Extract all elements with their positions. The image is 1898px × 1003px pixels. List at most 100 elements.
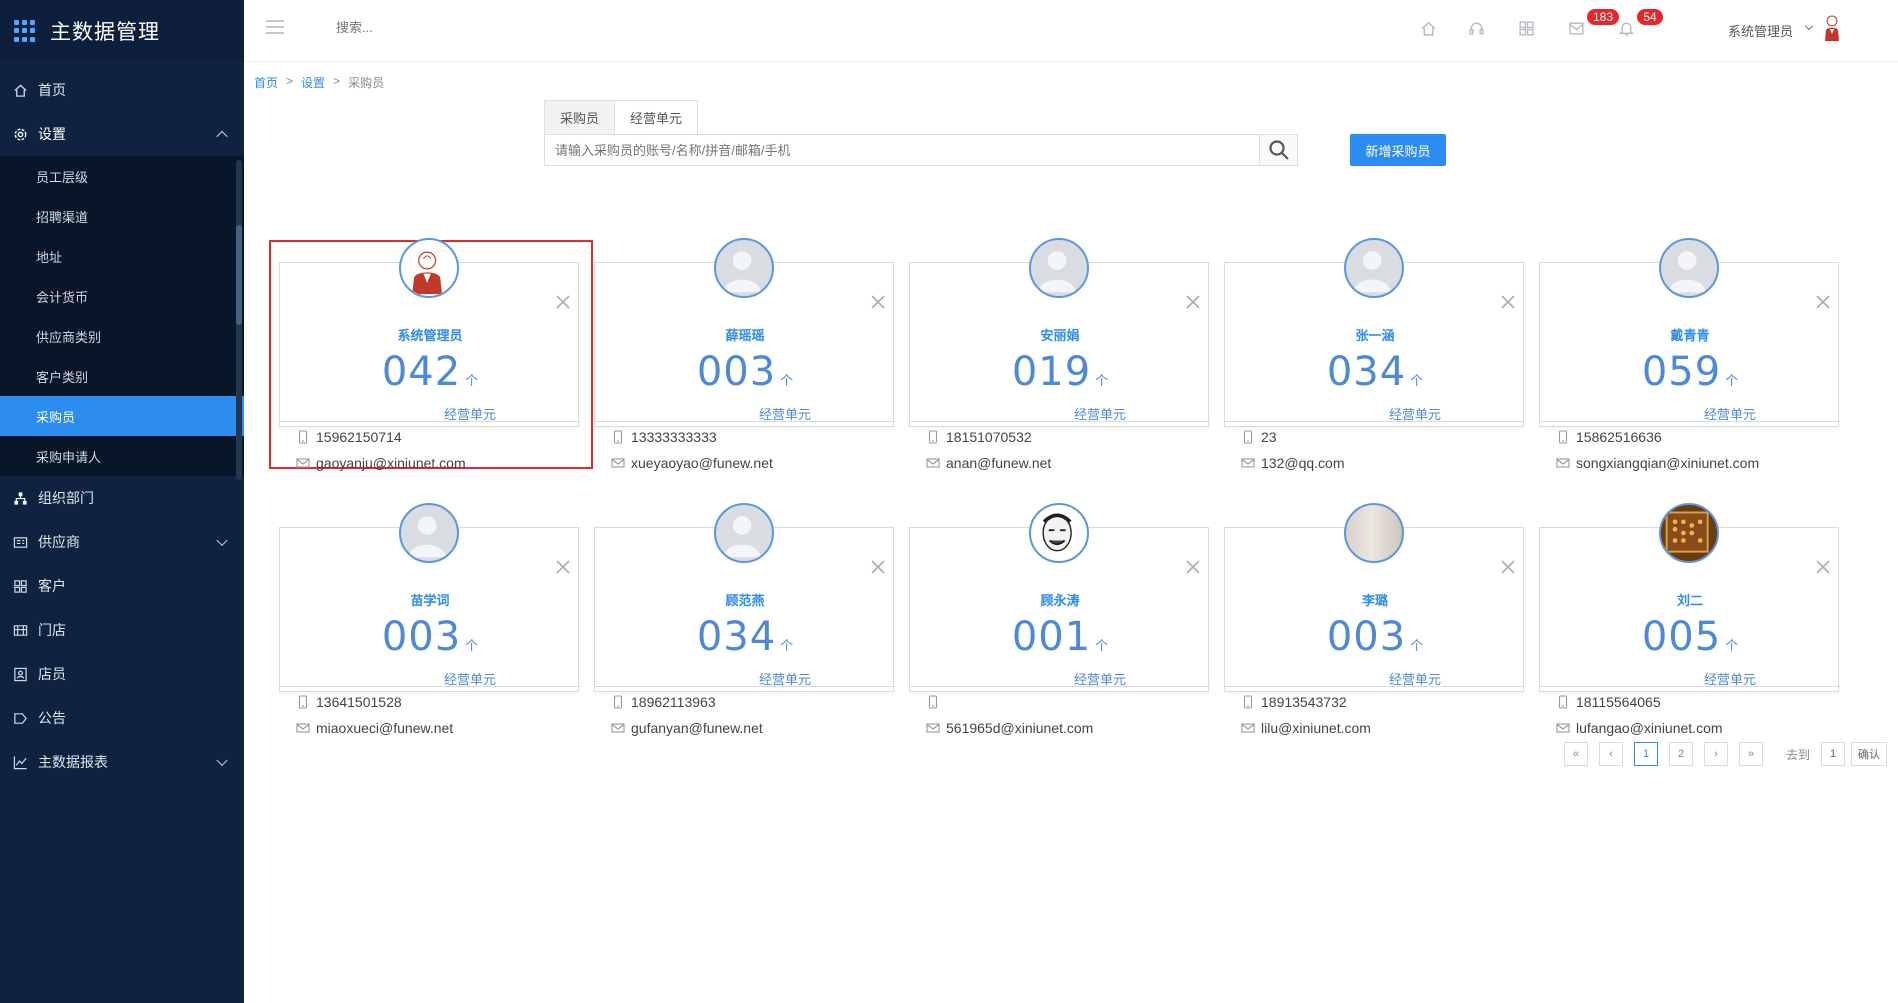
sidebar-item-label: 门店 bbox=[38, 622, 66, 638]
buyer-card[interactable]: 顾永涛 001 个 经营单元 561965d@xiniunet.com bbox=[909, 503, 1210, 736]
tab-buyer[interactable]: 采购员 bbox=[544, 100, 616, 134]
search-button[interactable] bbox=[1259, 135, 1297, 165]
submenu-item-purchase-requester[interactable]: 采购申请人 bbox=[0, 436, 244, 476]
buyer-name[interactable]: 系统管理员 bbox=[280, 325, 580, 344]
add-buyer-button[interactable]: 新增采购员 bbox=[1350, 134, 1446, 166]
message-icon[interactable] bbox=[1566, 18, 1586, 38]
breadcrumb-current: 采购员 bbox=[348, 76, 385, 90]
user-avatar[interactable] bbox=[1822, 14, 1842, 42]
buyer-card[interactable]: 安丽娟 019 个 经营单元 18151070532 anan@funew.net bbox=[909, 238, 1210, 471]
user-name[interactable]: 系统管理员 bbox=[1728, 21, 1793, 40]
notification-count-badge: 54 bbox=[1636, 8, 1664, 26]
menu-toggle-icon[interactable] bbox=[266, 20, 284, 36]
buyer-phone: 13641501528 bbox=[316, 694, 402, 710]
buyer-card[interactable]: 苗学词 003 个 经营单元 13641501528 miaoxueci@fune… bbox=[279, 503, 580, 736]
avatar[interactable] bbox=[714, 503, 774, 563]
buyer-name[interactable]: 刘二 bbox=[1540, 590, 1840, 609]
buyer-name[interactable]: 安丽娟 bbox=[910, 325, 1210, 344]
buyer-name[interactable]: 张一涵 bbox=[1225, 325, 1525, 344]
buyer-card[interactable]: 顾范燕 034 个 经营单元 18962113963 gufanyan@funew… bbox=[594, 503, 895, 736]
sidebar-item-label: 店员 bbox=[38, 666, 66, 682]
breadcrumb-settings[interactable]: 设置 bbox=[301, 74, 325, 91]
breadcrumb-home[interactable]: 首页 bbox=[254, 74, 278, 91]
close-icon[interactable] bbox=[554, 558, 572, 576]
submenu-item-supplier-category[interactable]: 供应商类别 bbox=[0, 316, 244, 356]
sidebar-item-supplier[interactable]: 供应商 bbox=[0, 520, 244, 564]
submenu-item-address[interactable]: 地址 bbox=[0, 236, 244, 276]
sidebar-item-org[interactable]: 组织部门 bbox=[0, 476, 244, 520]
buyer-name[interactable]: 顾范燕 bbox=[595, 590, 895, 609]
avatar[interactable] bbox=[1029, 238, 1089, 298]
submenu-item-buyer[interactable]: 采购员 bbox=[0, 396, 244, 436]
buyer-card[interactable]: 戴青青 059 个 经营单元 15862516636 songxiangqian@… bbox=[1539, 238, 1840, 471]
brand-bar: 主数据管理 bbox=[0, 0, 244, 62]
close-icon[interactable] bbox=[1184, 558, 1202, 576]
close-icon[interactable] bbox=[554, 293, 572, 311]
buyer-name[interactable]: 顾永涛 bbox=[910, 590, 1210, 609]
global-search-input[interactable] bbox=[336, 20, 496, 35]
avatar[interactable] bbox=[399, 238, 459, 298]
close-icon[interactable] bbox=[1814, 558, 1832, 576]
page-button-1[interactable]: 1 bbox=[1634, 742, 1658, 766]
avatar[interactable] bbox=[1029, 503, 1089, 563]
goto-page-input[interactable] bbox=[1821, 742, 1846, 766]
apps-grid-icon[interactable] bbox=[1516, 18, 1536, 38]
buyer-card[interactable]: 系统管理员 042 个 经营单元 15962150714 gaoyanju@xin… bbox=[269, 238, 593, 471]
close-icon[interactable] bbox=[1499, 293, 1517, 311]
avatar[interactable] bbox=[399, 503, 459, 563]
contact-info: 18115564065 lufangao@xiniunet.com bbox=[1540, 686, 1840, 742]
sidebar-item-settings[interactable]: 设置 bbox=[0, 112, 244, 156]
close-icon[interactable] bbox=[869, 293, 887, 311]
close-icon[interactable] bbox=[869, 558, 887, 576]
avatar[interactable] bbox=[1344, 238, 1404, 298]
submenu-item-currency[interactable]: 会计货币 bbox=[0, 276, 244, 316]
page-button-2[interactable]: 2 bbox=[1669, 742, 1693, 766]
buyer-name[interactable]: 李璐 bbox=[1225, 590, 1525, 609]
avatar[interactable] bbox=[714, 238, 774, 298]
sidebar-item-store[interactable]: 门店 bbox=[0, 608, 244, 652]
close-icon[interactable] bbox=[1499, 558, 1517, 576]
sidebar-item-clerk[interactable]: 店员 bbox=[0, 652, 244, 696]
org-icon bbox=[12, 490, 28, 506]
buyer-name[interactable]: 戴青青 bbox=[1540, 325, 1840, 344]
submenu-item-recruit-channel[interactable]: 招聘渠道 bbox=[0, 196, 244, 236]
chevron-down-icon[interactable] bbox=[1804, 21, 1814, 31]
buyer-email: miaoxueci@funew.net bbox=[316, 720, 454, 736]
avatar[interactable] bbox=[1659, 238, 1719, 298]
close-icon[interactable] bbox=[1184, 293, 1202, 311]
submenu-item-employee-level[interactable]: 员工层级 bbox=[0, 156, 244, 196]
count-unit: 个 bbox=[465, 373, 479, 388]
buyer-card[interactable]: 李璐 003 个 经营单元 18913543732 lilu@xiniunet.c… bbox=[1224, 503, 1525, 736]
sidebar-scrollbar-thumb[interactable] bbox=[236, 225, 242, 325]
headset-icon[interactable] bbox=[1466, 18, 1486, 38]
close-icon[interactable] bbox=[1814, 293, 1832, 311]
submenu-item-customer-category[interactable]: 客户类别 bbox=[0, 356, 244, 396]
bell-icon[interactable] bbox=[1616, 18, 1636, 38]
sidebar-item-report[interactable]: 主数据报表 bbox=[0, 740, 244, 784]
tab-business-unit[interactable]: 经营单元 bbox=[615, 100, 699, 134]
avatar[interactable] bbox=[1659, 503, 1719, 563]
buyer-card[interactable]: 薛瑶瑶 003 个 经营单元 13333333333 xueyaoyao@fune… bbox=[594, 238, 895, 471]
buyer-email: lufangao@xiniunet.com bbox=[1576, 720, 1723, 736]
app-grid-icon[interactable] bbox=[14, 20, 36, 42]
buyer-card[interactable]: 张一涵 034 个 经营单元 23 132@qq.com bbox=[1224, 238, 1525, 471]
next-page-button[interactable]: › bbox=[1704, 742, 1728, 766]
prev-page-button[interactable]: ‹ bbox=[1599, 742, 1623, 766]
sidebar-item-customer[interactable]: 客户 bbox=[0, 564, 244, 608]
sidebar-item-notice[interactable]: 公告 bbox=[0, 696, 244, 740]
goto-confirm-button[interactable]: 确认 bbox=[1851, 742, 1888, 766]
avatar[interactable] bbox=[1344, 503, 1404, 563]
first-page-button[interactable]: « bbox=[1564, 742, 1588, 766]
mail-icon bbox=[611, 456, 625, 470]
sidebar-item-home[interactable]: 首页 bbox=[0, 68, 244, 112]
count-number: 059 bbox=[1641, 349, 1722, 395]
buyer-phone: 18962113963 bbox=[631, 694, 716, 710]
buyer-phone: 15962150714 bbox=[316, 429, 402, 445]
buyer-search-input[interactable] bbox=[545, 135, 1259, 165]
chevron-down-icon bbox=[216, 754, 228, 767]
buyer-name[interactable]: 苗学词 bbox=[280, 590, 580, 609]
buyer-card[interactable]: 刘二 005 个 经营单元 18115564065 lufangao@xiniun… bbox=[1539, 503, 1840, 736]
home-icon[interactable] bbox=[1418, 18, 1438, 38]
last-page-button[interactable]: » bbox=[1739, 742, 1763, 766]
buyer-name[interactable]: 薛瑶瑶 bbox=[595, 325, 895, 344]
